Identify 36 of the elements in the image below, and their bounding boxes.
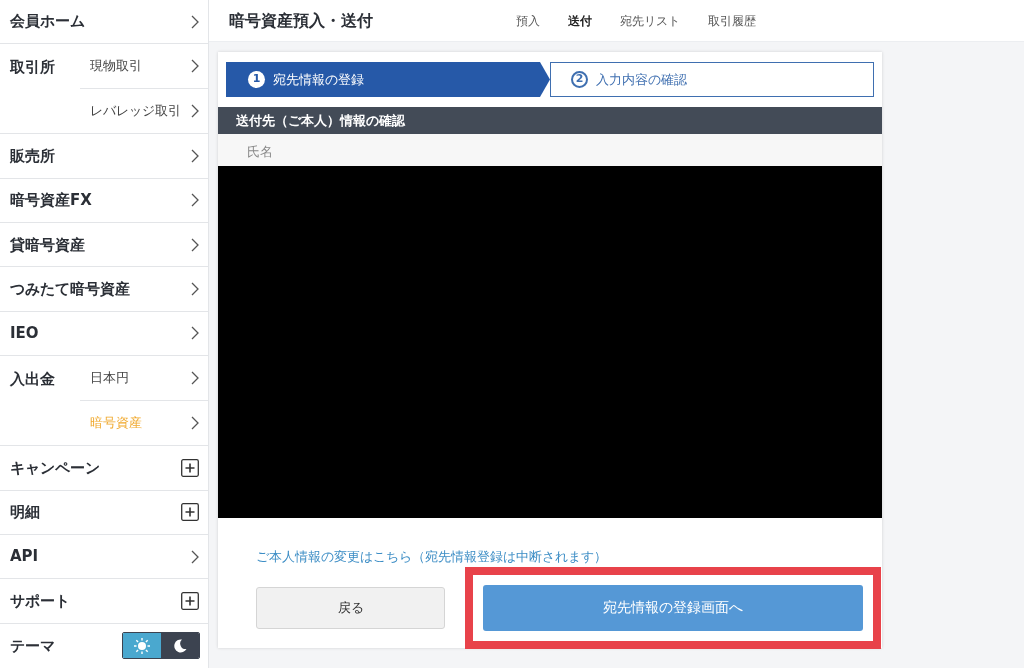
step-label: 入力内容の確認: [596, 70, 687, 89]
chevron-right-icon: [191, 415, 199, 430]
sidebar-subitem[interactable]: レバレッジ取引: [80, 88, 208, 134]
plus-icon: [181, 591, 199, 610]
back-button[interactable]: 戻る: [256, 586, 445, 629]
chevron-right-icon: [191, 104, 199, 119]
moon-icon: [172, 637, 188, 654]
section-header: 送付先（ご本人）情報の確認: [218, 107, 882, 134]
plus-icon: [181, 503, 199, 522]
sidebar-group-label: 入出金: [9, 369, 56, 391]
nav-tab[interactable]: 宛先リスト: [620, 11, 680, 30]
nav-tab[interactable]: 預入: [516, 11, 540, 30]
nav-tab[interactable]: 取引履歴: [708, 11, 756, 30]
change-info-link[interactable]: ご本人情報の変更はこちら（宛先情報登録は中断されます）: [256, 548, 607, 564]
chevron-right-icon: [191, 370, 199, 385]
chevron-right-icon: [191, 14, 199, 29]
chevron-right-icon: [191, 326, 199, 341]
step-number: 2: [571, 71, 588, 88]
chevron-right-icon: [191, 193, 199, 208]
theme-toggle[interactable]: [122, 632, 200, 660]
chevron-right-icon: [191, 549, 199, 564]
step-number: 1: [248, 71, 265, 88]
page-title: 暗号資産預入・送付: [229, 9, 374, 32]
sidebar-subitem[interactable]: 日本円: [80, 356, 208, 401]
chevron-right-icon: [191, 59, 199, 74]
chevron-right-icon: [191, 149, 199, 164]
sidebar-group-label: 取引所: [9, 57, 56, 79]
step-label: 宛先情報の登録: [273, 70, 364, 89]
sidebar-subitem[interactable]: 現物取引: [80, 44, 208, 89]
sun-icon: [133, 636, 151, 655]
field-label: 氏名: [218, 134, 882, 166]
plus-icon: [181, 458, 199, 477]
chevron-right-icon: [191, 282, 199, 297]
sidebar-item-label: テーマ: [10, 635, 55, 657]
nav-tab[interactable]: 送付: [568, 11, 592, 30]
chevron-right-icon: [191, 237, 199, 252]
